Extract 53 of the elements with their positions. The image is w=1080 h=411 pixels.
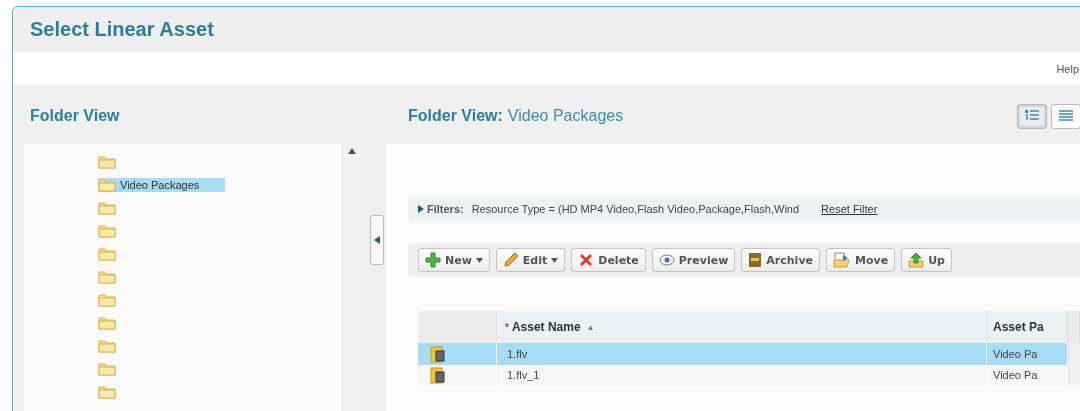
folder-arrow-icon: [833, 252, 852, 268]
scrollbar[interactable]: [1068, 365, 1080, 385]
pencil-icon: [502, 252, 519, 268]
folder-icon: [98, 384, 116, 399]
column-header: [1068, 311, 1080, 343]
plus-icon: [425, 252, 441, 268]
folder-icon: [98, 315, 116, 330]
toolbar-button[interactable]: Move: [826, 248, 896, 272]
column-header[interactable]: Asset Pa: [987, 311, 1068, 343]
folder-icon: [98, 223, 116, 238]
table-cell: Video Pa: [987, 343, 1068, 365]
panel-title: Folder View: [29, 106, 121, 126]
filters-toggle[interactable]: Filters:: [418, 203, 464, 215]
folder-name: Video Packages: [507, 107, 624, 125]
folder-icon: [98, 292, 116, 307]
table-cell: 1.flv: [497, 343, 987, 365]
cross-icon: [578, 252, 595, 268]
folder-icon: [98, 246, 116, 261]
list-view-icon: [1058, 109, 1074, 123]
column-header[interactable]: * Asset Name ▲: [497, 311, 987, 343]
filter-text: Resource Type = (HD MP4 Video,Flash Video,Package,Flash,Wind: [471, 203, 800, 215]
upload-icon: [908, 252, 925, 268]
view-toggle-button[interactable]: [1051, 103, 1080, 129]
reset-filter-link[interactable]: Reset Filter: [821, 203, 878, 215]
scrollbar[interactable]: [1068, 343, 1080, 365]
dialog-title: Select Linear Asset: [30, 18, 214, 41]
package-icon: [430, 366, 446, 384]
folder-icon: [98, 200, 116, 215]
eye-icon: [658, 254, 675, 266]
table-row[interactable]: 1.flv Video Pa: [418, 343, 1080, 365]
archive-icon: [748, 252, 763, 268]
scroll-up-icon: [348, 148, 356, 154]
toolbar-button[interactable]: New: [418, 248, 490, 272]
toolbar-button[interactable]: Delete: [571, 248, 646, 272]
tree-item[interactable]: Video Packages: [98, 177, 226, 192]
left-arrow-icon: [374, 236, 380, 244]
table-row[interactable]: 1.flv_1 Video Pa: [418, 365, 1080, 385]
view-toggle-button[interactable]: [1017, 103, 1047, 129]
package-icon: [430, 345, 446, 363]
tree-view-icon: [1024, 109, 1040, 123]
folder-icon: [98, 338, 116, 353]
toolbar-button[interactable]: Preview: [651, 248, 736, 272]
panel-title: Folder View:: [408, 107, 503, 125]
toolbar-button[interactable]: Edit: [495, 248, 566, 272]
collapse-button[interactable]: [370, 215, 384, 265]
expand-arrow-icon: [418, 205, 424, 213]
folder-icon: [98, 177, 116, 192]
toolbar-button[interactable]: Up: [901, 248, 952, 272]
toolbar-button[interactable]: Archive: [741, 248, 821, 272]
folder-icon: [98, 361, 116, 376]
folder-icon: [98, 269, 116, 284]
folder-icon: [98, 154, 116, 169]
help-link[interactable]: Help: [1056, 62, 1079, 75]
